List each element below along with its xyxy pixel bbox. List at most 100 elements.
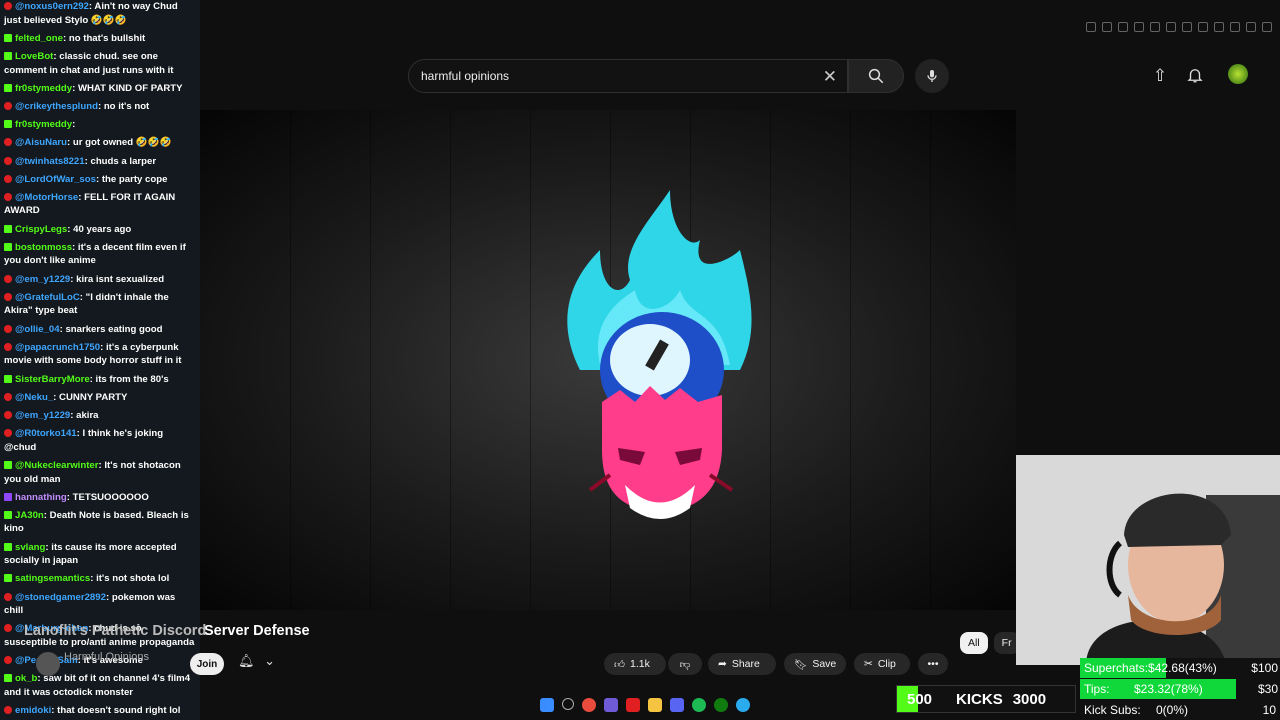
twitch-icon bbox=[4, 492, 12, 501]
chat-username: @R0torko141 bbox=[15, 428, 77, 440]
chat-text: snarkers eating good bbox=[65, 323, 163, 335]
bell-icon[interactable] bbox=[1185, 66, 1205, 86]
telegram-icon[interactable] bbox=[736, 698, 750, 712]
discord-icon[interactable] bbox=[604, 698, 618, 712]
extension-icon[interactable] bbox=[1134, 22, 1144, 32]
search-query: harmful opinions bbox=[421, 69, 510, 83]
youtube-icon bbox=[4, 101, 12, 110]
obs-icon[interactable] bbox=[626, 698, 640, 712]
folder-icon[interactable] bbox=[648, 698, 662, 712]
browser-extension-toolbar bbox=[1086, 22, 1272, 32]
channel-name[interactable]: Harmful Opinions bbox=[64, 651, 149, 663]
chat-username: @LordOfWar_sos bbox=[15, 173, 96, 185]
video-player[interactable] bbox=[200, 110, 1016, 610]
youtube-icon bbox=[4, 324, 12, 333]
youtube-icon bbox=[4, 392, 12, 401]
chip-all[interactable]: All bbox=[960, 632, 988, 654]
superchats-goal: $100 bbox=[1251, 661, 1278, 675]
youtube-icon bbox=[4, 174, 12, 183]
extension-icon[interactable] bbox=[1166, 22, 1176, 32]
video-title: Lanoflit's Pathetic Discord Server Defen… bbox=[24, 623, 310, 639]
save-button[interactable]: 🔖︎ Save bbox=[784, 653, 846, 675]
chat-message: fr0stymeddy: WHAT KIND OF PARTY bbox=[0, 82, 200, 100]
clip-button[interactable]: ✂ Clip bbox=[854, 653, 910, 675]
chat-username: fr0stymeddy bbox=[15, 119, 73, 131]
spotify-icon[interactable] bbox=[692, 698, 706, 712]
chat-username: svlang bbox=[15, 541, 46, 553]
youtube-header: harmful opinions ✕ ⇧ bbox=[200, 0, 1280, 110]
youtube-icon bbox=[4, 706, 12, 715]
goal-start: 500 bbox=[907, 690, 933, 708]
extension-icon[interactable] bbox=[1246, 22, 1256, 32]
youtube-icon bbox=[4, 292, 12, 301]
extension-icon[interactable] bbox=[1118, 22, 1128, 32]
youtube-icon bbox=[4, 656, 12, 665]
chrome-icon[interactable] bbox=[582, 698, 596, 712]
kicks-goal-bar: 500 KICKS 3000 bbox=[896, 685, 1076, 713]
chat-username: @twinhats8221 bbox=[15, 155, 85, 167]
chat-message: @twinhats8221: chuds a larper bbox=[0, 155, 200, 173]
bell-icon: 🔔︎ bbox=[238, 653, 255, 668]
avatar[interactable] bbox=[1228, 64, 1248, 84]
share-label: Share bbox=[731, 658, 760, 670]
chat-username: fr0stymeddy bbox=[15, 82, 73, 94]
chat-username: @Neku_ bbox=[15, 391, 54, 403]
goal-end: 3000 bbox=[1012, 690, 1047, 708]
upload-icon[interactable]: ⇧ bbox=[1150, 66, 1170, 86]
chat-text: the party cope bbox=[101, 173, 168, 185]
extension-icon[interactable] bbox=[1182, 22, 1192, 32]
tips-goal: $30 bbox=[1257, 682, 1278, 696]
voice-search-button[interactable] bbox=[915, 59, 949, 93]
chat-message: @AisuNaru: ur got owned 🤣🤣🤣 bbox=[0, 136, 200, 154]
goal-label: KICKS bbox=[956, 690, 1003, 708]
chat-message: @em_y1229: akira bbox=[0, 409, 200, 427]
share-icon: ➦ bbox=[718, 658, 727, 670]
chat-message: emidoki: that doesn't sound right lol bbox=[0, 704, 200, 720]
subscribe-notification-button[interactable]: 🔔︎ ⌄ bbox=[238, 653, 288, 675]
thumbs-down-icon: 👎︎ bbox=[679, 658, 691, 671]
share-button[interactable]: ➦ Share bbox=[708, 653, 776, 675]
join-button[interactable]: Join bbox=[190, 653, 224, 675]
chat-message: @Neku_: CUNNY PARTY bbox=[0, 391, 200, 409]
chat-username: emidoki bbox=[15, 705, 52, 717]
search-icon[interactable] bbox=[562, 698, 574, 710]
extension-icon[interactable] bbox=[1198, 22, 1208, 32]
kick-icon bbox=[4, 574, 12, 583]
kick-icon bbox=[4, 460, 12, 469]
webcam-feed bbox=[1016, 455, 1280, 665]
chat-username: @noxus0ern292 bbox=[15, 1, 89, 12]
extension-icon[interactable] bbox=[1086, 22, 1096, 32]
chat-text: 40 years ago bbox=[73, 223, 132, 235]
extension-icon[interactable] bbox=[1230, 22, 1240, 32]
channel-avatar[interactable] bbox=[36, 652, 60, 676]
chat-message: @stonedgamer2892: pokemon was chill bbox=[4, 591, 176, 617]
youtube-icon bbox=[4, 592, 12, 601]
windows-start-icon[interactable] bbox=[540, 698, 554, 712]
extension-icon[interactable] bbox=[1262, 22, 1272, 32]
chat-text: TETSUOOOOOO bbox=[72, 491, 149, 503]
search-icon bbox=[868, 68, 884, 84]
close-icon[interactable]: ✕ bbox=[823, 67, 837, 87]
discord-app-icon[interactable] bbox=[670, 698, 684, 712]
chat-message: @R0torko141: I think he's joking @chud bbox=[4, 428, 164, 453]
chat-username: bostonmoss bbox=[15, 241, 73, 253]
youtube-icon bbox=[4, 410, 12, 419]
extension-icon[interactable] bbox=[1102, 22, 1112, 32]
youtube-icon bbox=[4, 138, 12, 147]
extension-icon[interactable] bbox=[1150, 22, 1160, 32]
more-actions-button[interactable]: ••• bbox=[918, 653, 948, 675]
youtube-icon bbox=[4, 342, 12, 351]
chat-message: @papacrunch1750: it's a cyberpunk movie … bbox=[4, 341, 182, 367]
search-input[interactable]: harmful opinions ✕ bbox=[408, 59, 848, 93]
search-button[interactable] bbox=[848, 59, 904, 93]
chat-username: @GratefulLoC bbox=[15, 291, 80, 303]
like-button[interactable]: 👍︎ 1.1k bbox=[604, 653, 666, 675]
chat-username: @MotorHorse bbox=[15, 191, 79, 203]
chat-message: @GratefulLoC: "I didn't inhale the Akira… bbox=[4, 291, 169, 317]
extension-icon[interactable] bbox=[1214, 22, 1224, 32]
xbox-icon[interactable] bbox=[714, 698, 728, 712]
chat-message: ok_b: saw bit of it on channel 4's film4… bbox=[4, 673, 191, 698]
stream-chat-overlay: @noxus0ern292: Ain't no way Chud just be… bbox=[0, 0, 200, 720]
dislike-button[interactable]: 👎︎ bbox=[668, 653, 702, 675]
chat-message: bostonmoss: it's a decent film even if y… bbox=[4, 241, 186, 267]
